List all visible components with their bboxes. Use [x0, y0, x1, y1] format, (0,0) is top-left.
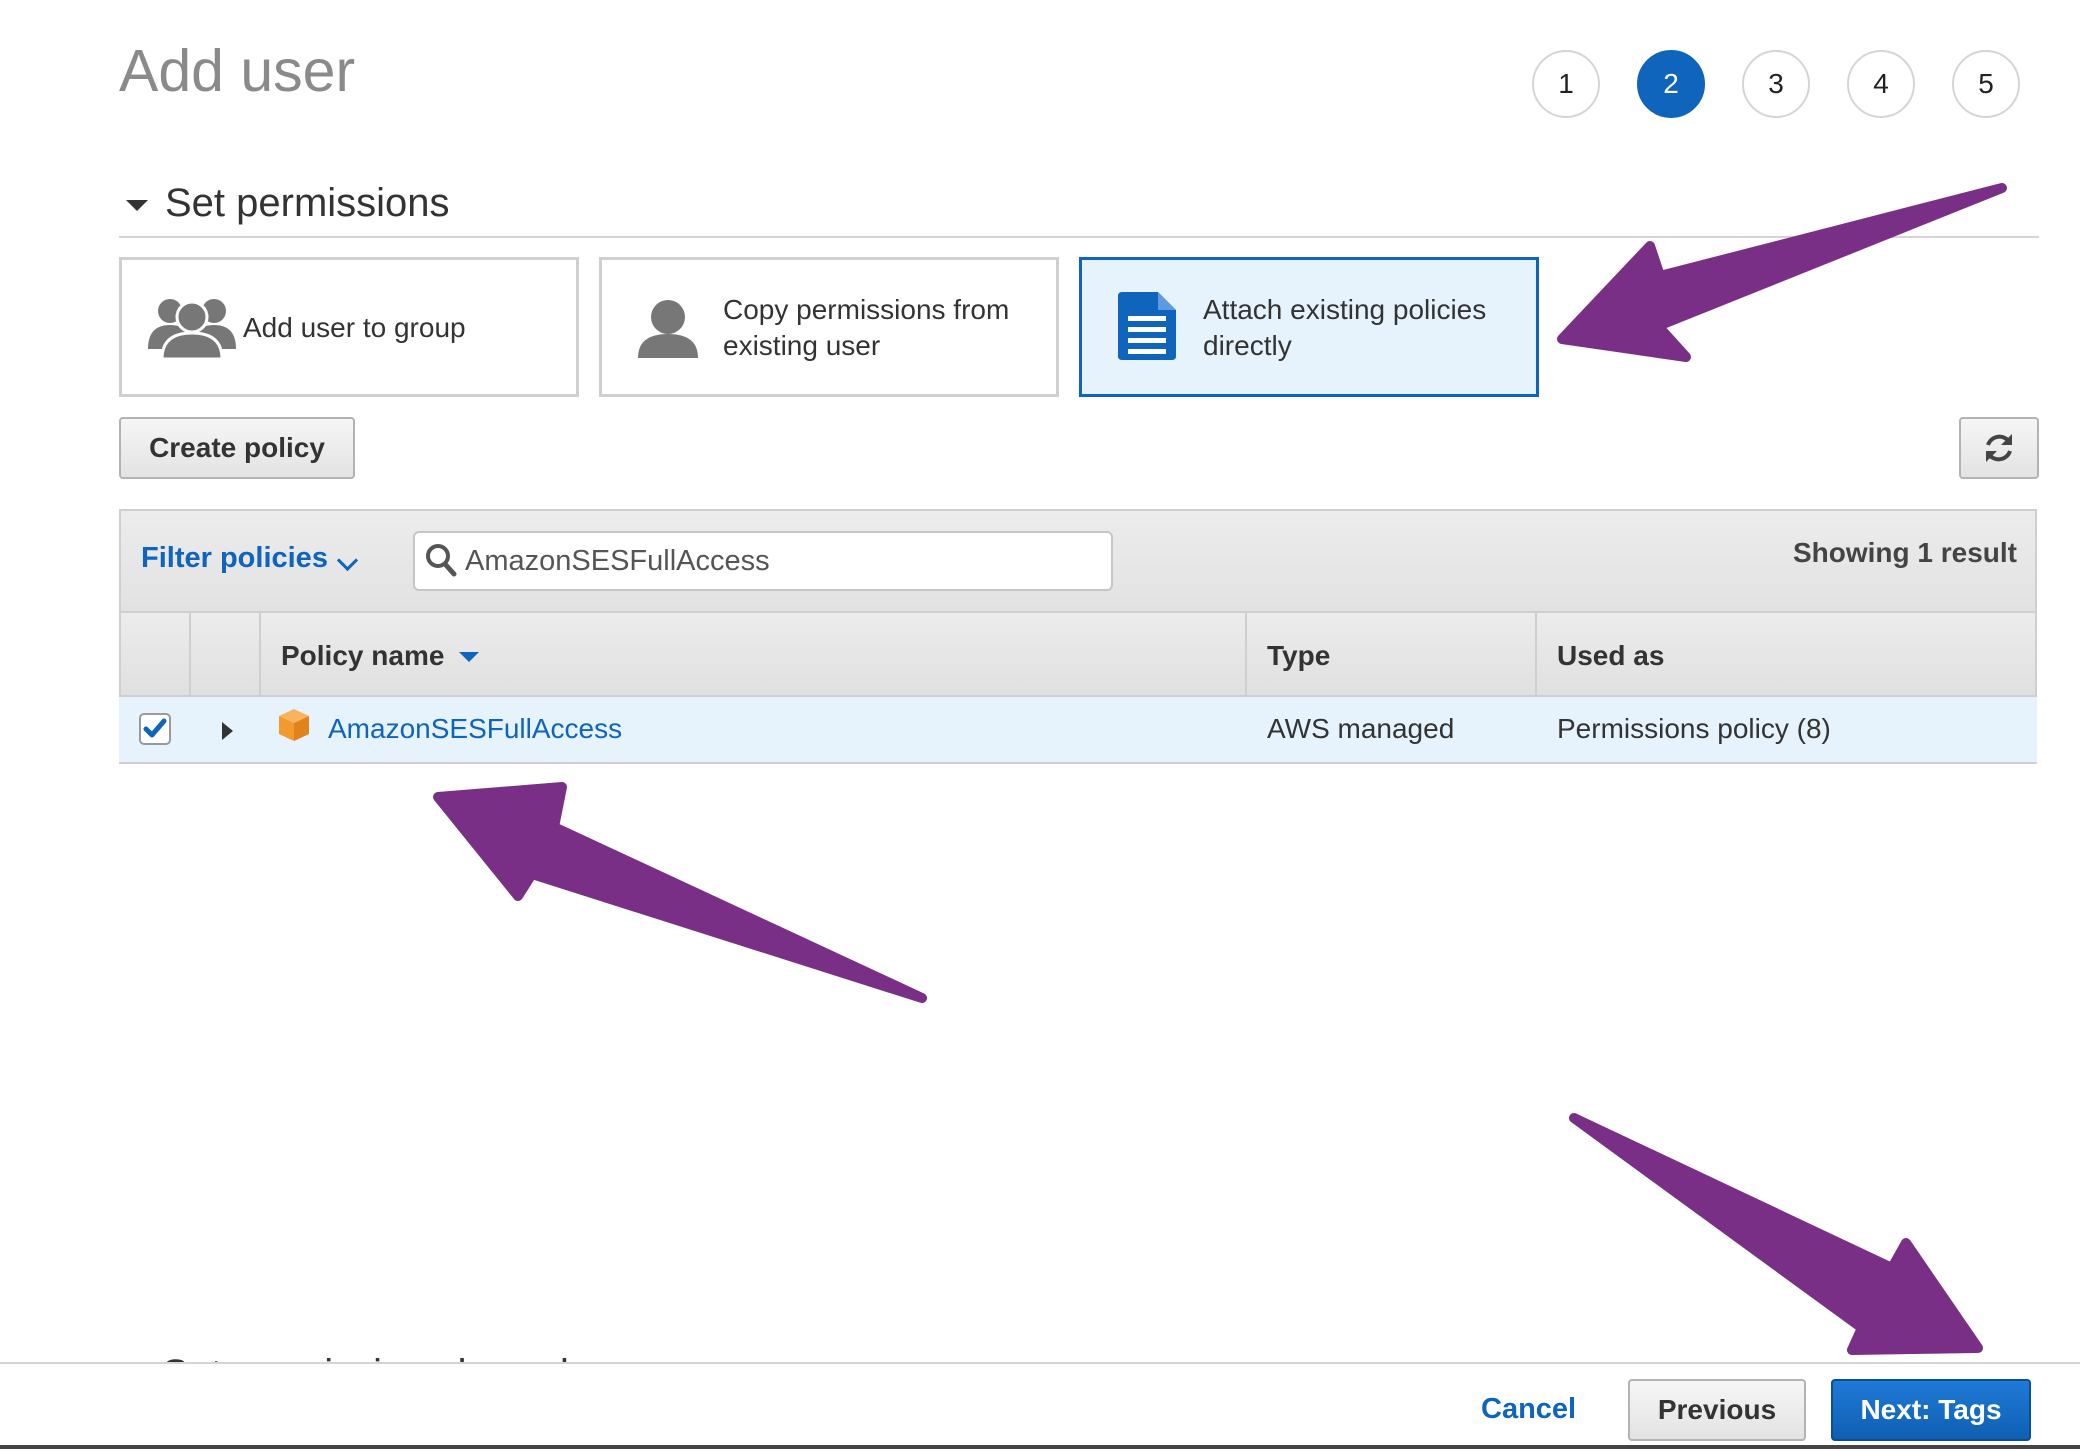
annotation-arrow-icon: [433, 782, 927, 1003]
expand-row-icon[interactable]: [222, 722, 233, 740]
column-divider: [1535, 611, 1537, 697]
step-3[interactable]: 3: [1742, 50, 1810, 118]
filter-policies-dropdown[interactable]: Filter policies: [141, 542, 328, 575]
option-copy-permissions[interactable]: Copy permissions from existing user: [599, 257, 1059, 397]
column-divider: [189, 611, 191, 697]
checkmark-icon: [143, 718, 167, 738]
step-1[interactable]: 1: [1532, 50, 1600, 118]
previous-button[interactable]: Previous: [1628, 1379, 1806, 1441]
option-label: Attach existing policies directly: [1203, 294, 1487, 361]
row-checkbox[interactable]: [139, 713, 171, 745]
column-divider: [1245, 611, 1247, 697]
policy-type: AWS managed: [1267, 713, 1455, 744]
user-icon: [638, 300, 698, 358]
step-5[interactable]: 5: [1952, 50, 2020, 118]
refresh-button[interactable]: [1959, 417, 2039, 479]
document-icon: [1118, 292, 1176, 360]
cancel-button[interactable]: Cancel: [1481, 1393, 1576, 1426]
policy-used-as: Permissions policy (8): [1557, 713, 1831, 744]
sort-desc-icon[interactable]: [459, 652, 479, 662]
policy-name-link[interactable]: AmazonSESFullAccess: [328, 713, 622, 745]
step-2[interactable]: 2: [1637, 50, 1705, 118]
option-label: Copy permissions from existing user: [723, 294, 1010, 361]
option-attach-policies[interactable]: Attach existing policies directly: [1079, 257, 1539, 397]
column-divider: [259, 611, 261, 697]
annotation-arrow-icon: [1569, 1113, 1983, 1355]
search-icon: [426, 544, 457, 577]
column-header-used-as[interactable]: Used as: [1557, 640, 1664, 672]
create-policy-button[interactable]: Create policy: [119, 417, 355, 479]
page-title: Add user: [119, 38, 356, 104]
search-value[interactable]: AmazonSESFullAccess: [465, 545, 770, 578]
column-header-type[interactable]: Type: [1267, 640, 1330, 672]
next-tags-button[interactable]: Next: Tags: [1831, 1379, 2031, 1441]
user-group-icon: [148, 299, 236, 359]
option-label: Add user to group: [243, 312, 466, 343]
section-title: Set permissions: [165, 181, 450, 225]
result-count: Showing 1 result: [1792, 537, 2017, 568]
option-add-user-to-group[interactable]: Add user to group: [119, 257, 579, 397]
package-icon: [279, 709, 309, 741]
caret-down-icon[interactable]: [126, 200, 148, 211]
footer-bottom-border: [0, 1445, 2080, 1449]
column-header-policy-name[interactable]: Policy name: [281, 640, 444, 672]
step-4[interactable]: 4: [1847, 50, 1915, 118]
refresh-icon: [1986, 434, 2012, 462]
